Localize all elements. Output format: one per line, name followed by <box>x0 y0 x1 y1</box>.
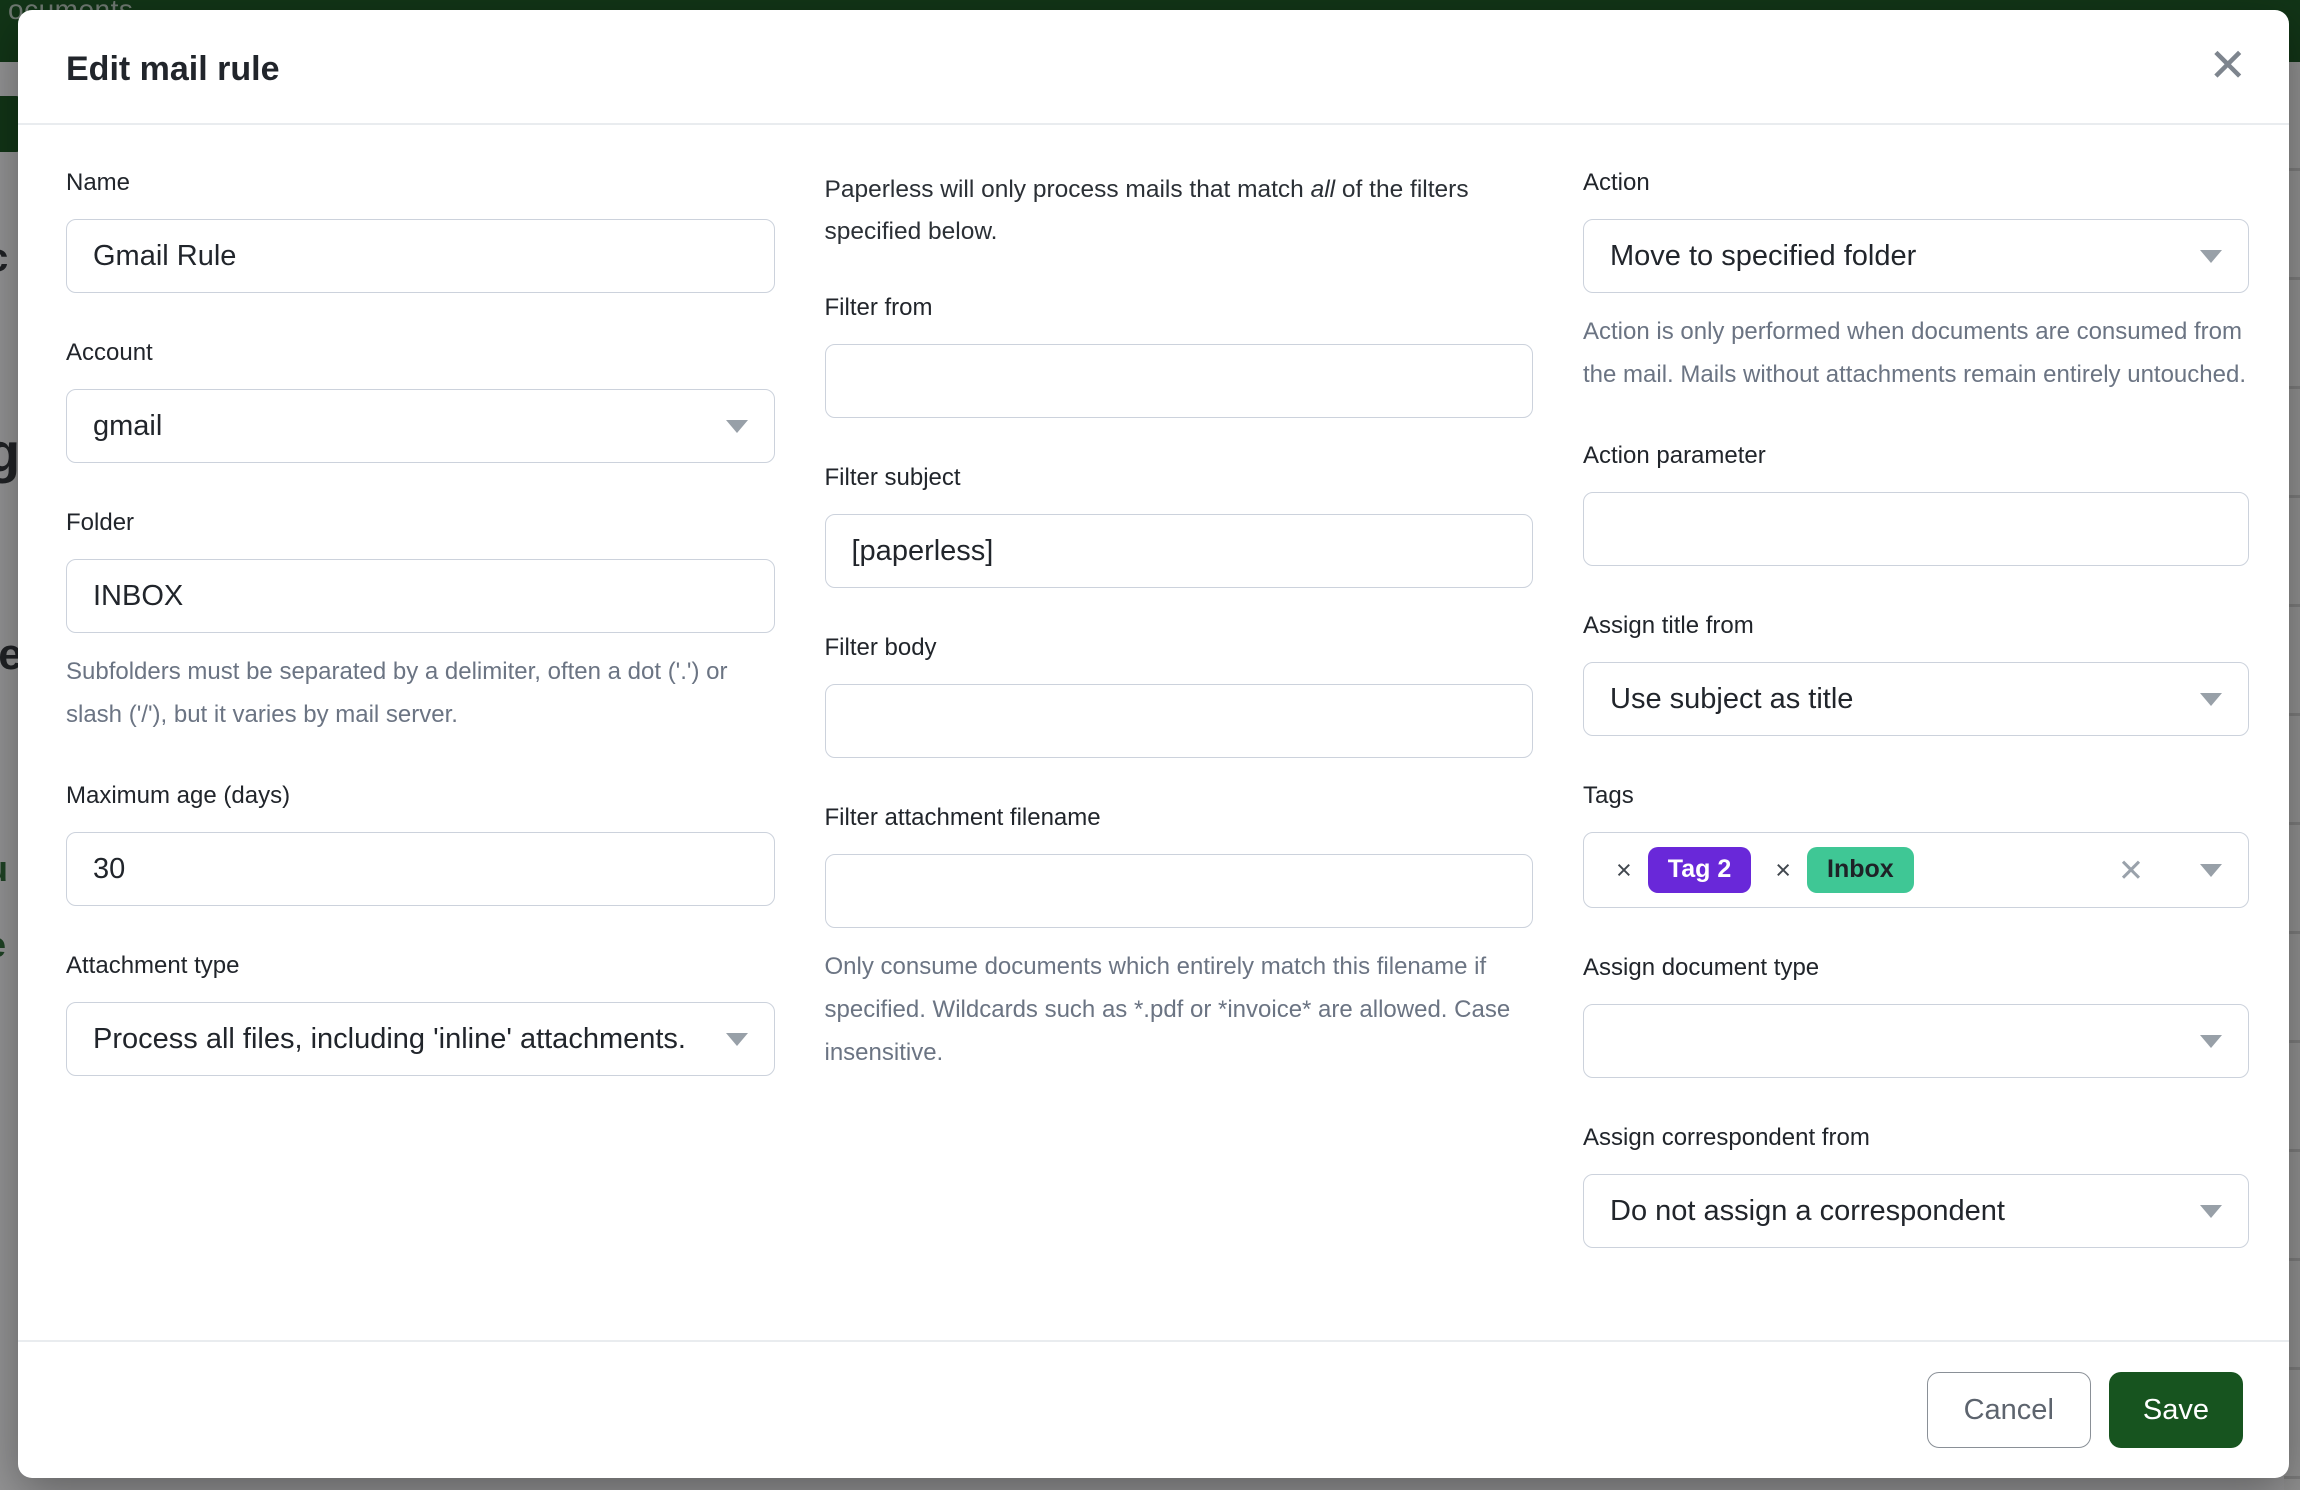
attachment-type-select-value: Process all files, including 'inline' at… <box>93 1023 686 1056</box>
filter-from-input[interactable] <box>825 344 1534 418</box>
assign-correspondent-from-select-value: Do not assign a correspondent <box>1610 1195 2005 1228</box>
tag-badge: Inbox <box>1807 847 1914 893</box>
assign-correspondent-from-select[interactable]: Do not assign a correspondent <box>1583 1174 2249 1248</box>
tags-select[interactable]: × Tag 2 × Inbox ✕ <box>1583 832 2249 908</box>
field-action: Action Move to specified folder Action i… <box>1583 169 2249 396</box>
chevron-down-icon <box>2200 1205 2222 1218</box>
field-filter-attachment-filename: Filter attachment filename Only consume … <box>825 804 1534 1074</box>
action-label: Action <box>1583 169 2249 197</box>
filter-body-input[interactable] <box>825 684 1534 758</box>
action-parameter-label: Action parameter <box>1583 442 2249 470</box>
chevron-down-icon <box>2200 693 2222 706</box>
filter-subject-label: Filter subject <box>825 464 1534 492</box>
action-select[interactable]: Move to specified folder <box>1583 219 2249 293</box>
chevron-down-icon <box>726 1033 748 1046</box>
assign-title-from-select[interactable]: Use subject as title <box>1583 662 2249 736</box>
filters-intro-pre: Paperless will only process mails that m… <box>825 176 1311 203</box>
column-middle: Paperless will only process mails that m… <box>825 169 1534 1294</box>
maximum-age-input[interactable] <box>66 832 775 906</box>
chevron-down-icon <box>2200 1035 2222 1048</box>
remove-tag-icon[interactable]: × <box>1775 857 1791 884</box>
filter-subject-input[interactable] <box>825 514 1534 588</box>
close-icon[interactable]: ✕ <box>2208 42 2247 88</box>
filter-body-label: Filter body <box>825 634 1534 662</box>
field-assign-correspondent-from: Assign correspondent from Do not assign … <box>1583 1124 2249 1248</box>
field-account: Account gmail <box>66 339 775 463</box>
assign-document-type-select[interactable] <box>1583 1004 2249 1078</box>
field-name: Name <box>66 169 775 293</box>
field-action-parameter: Action parameter <box>1583 442 2249 566</box>
name-label: Name <box>66 169 775 197</box>
edit-mail-rule-dialog: Edit mail rule ✕ Name Account gmail Fold… <box>18 10 2289 1478</box>
account-select-value: gmail <box>93 410 162 443</box>
assign-correspondent-from-label: Assign correspondent from <box>1583 1124 2249 1152</box>
clear-tags-icon[interactable]: ✕ <box>2118 855 2144 886</box>
assign-title-from-label: Assign title from <box>1583 612 2249 640</box>
field-assign-document-type: Assign document type <box>1583 954 2249 1078</box>
action-help-text: Action is only performed when documents … <box>1583 311 2249 396</box>
tags-label: Tags <box>1583 782 2249 810</box>
cancel-button[interactable]: Cancel <box>1927 1372 2091 1448</box>
filters-intro-emphasis: all <box>1311 176 1336 203</box>
column-left: Name Account gmail Folder Subfolders mus… <box>66 169 775 1294</box>
folder-label: Folder <box>66 509 775 537</box>
field-folder: Folder Subfolders must be separated by a… <box>66 509 775 736</box>
tag-badge: Tag 2 <box>1648 847 1751 893</box>
action-select-value: Move to specified folder <box>1610 240 1916 273</box>
field-filter-subject: Filter subject <box>825 464 1534 588</box>
attachment-type-select[interactable]: Process all files, including 'inline' at… <box>66 1002 775 1076</box>
action-parameter-input[interactable] <box>1583 492 2249 566</box>
name-input[interactable] <box>66 219 775 293</box>
field-maximum-age: Maximum age (days) <box>66 782 775 906</box>
dialog-header: Edit mail rule ✕ <box>18 10 2289 125</box>
filters-intro-text: Paperless will only process mails that m… <box>825 169 1534 252</box>
folder-input[interactable] <box>66 559 775 633</box>
tags-controls: ✕ <box>2118 855 2222 886</box>
save-button[interactable]: Save <box>2109 1372 2243 1448</box>
filter-attachment-filename-input[interactable] <box>825 854 1534 928</box>
chevron-down-icon <box>726 420 748 433</box>
assign-title-from-select-value: Use subject as title <box>1610 683 1853 716</box>
filter-attachment-filename-help-text: Only consume documents which entirely ma… <box>825 946 1534 1074</box>
dialog-title: Edit mail rule <box>66 50 2241 89</box>
filter-attachment-filename-label: Filter attachment filename <box>825 804 1534 832</box>
folder-help-text: Subfolders must be separated by a delimi… <box>66 651 775 736</box>
field-filter-body: Filter body <box>825 634 1534 758</box>
filter-from-label: Filter from <box>825 294 1534 322</box>
account-label: Account <box>66 339 775 367</box>
account-select[interactable]: gmail <box>66 389 775 463</box>
field-filter-from: Filter from <box>825 294 1534 418</box>
dialog-body: Name Account gmail Folder Subfolders mus… <box>18 125 2289 1340</box>
field-attachment-type: Attachment type Process all files, inclu… <box>66 952 775 1076</box>
field-tags: Tags × Tag 2 × Inbox ✕ <box>1583 782 2249 908</box>
dialog-footer: Cancel Save <box>18 1340 2289 1478</box>
column-right: Action Move to specified folder Action i… <box>1583 169 2249 1294</box>
remove-tag-icon[interactable]: × <box>1616 857 1632 884</box>
field-assign-title-from: Assign title from Use subject as title <box>1583 612 2249 736</box>
maximum-age-label: Maximum age (days) <box>66 782 775 810</box>
chevron-down-icon <box>2200 864 2222 877</box>
assign-document-type-label: Assign document type <box>1583 954 2249 982</box>
attachment-type-label: Attachment type <box>66 952 775 980</box>
chevron-down-icon <box>2200 250 2222 263</box>
